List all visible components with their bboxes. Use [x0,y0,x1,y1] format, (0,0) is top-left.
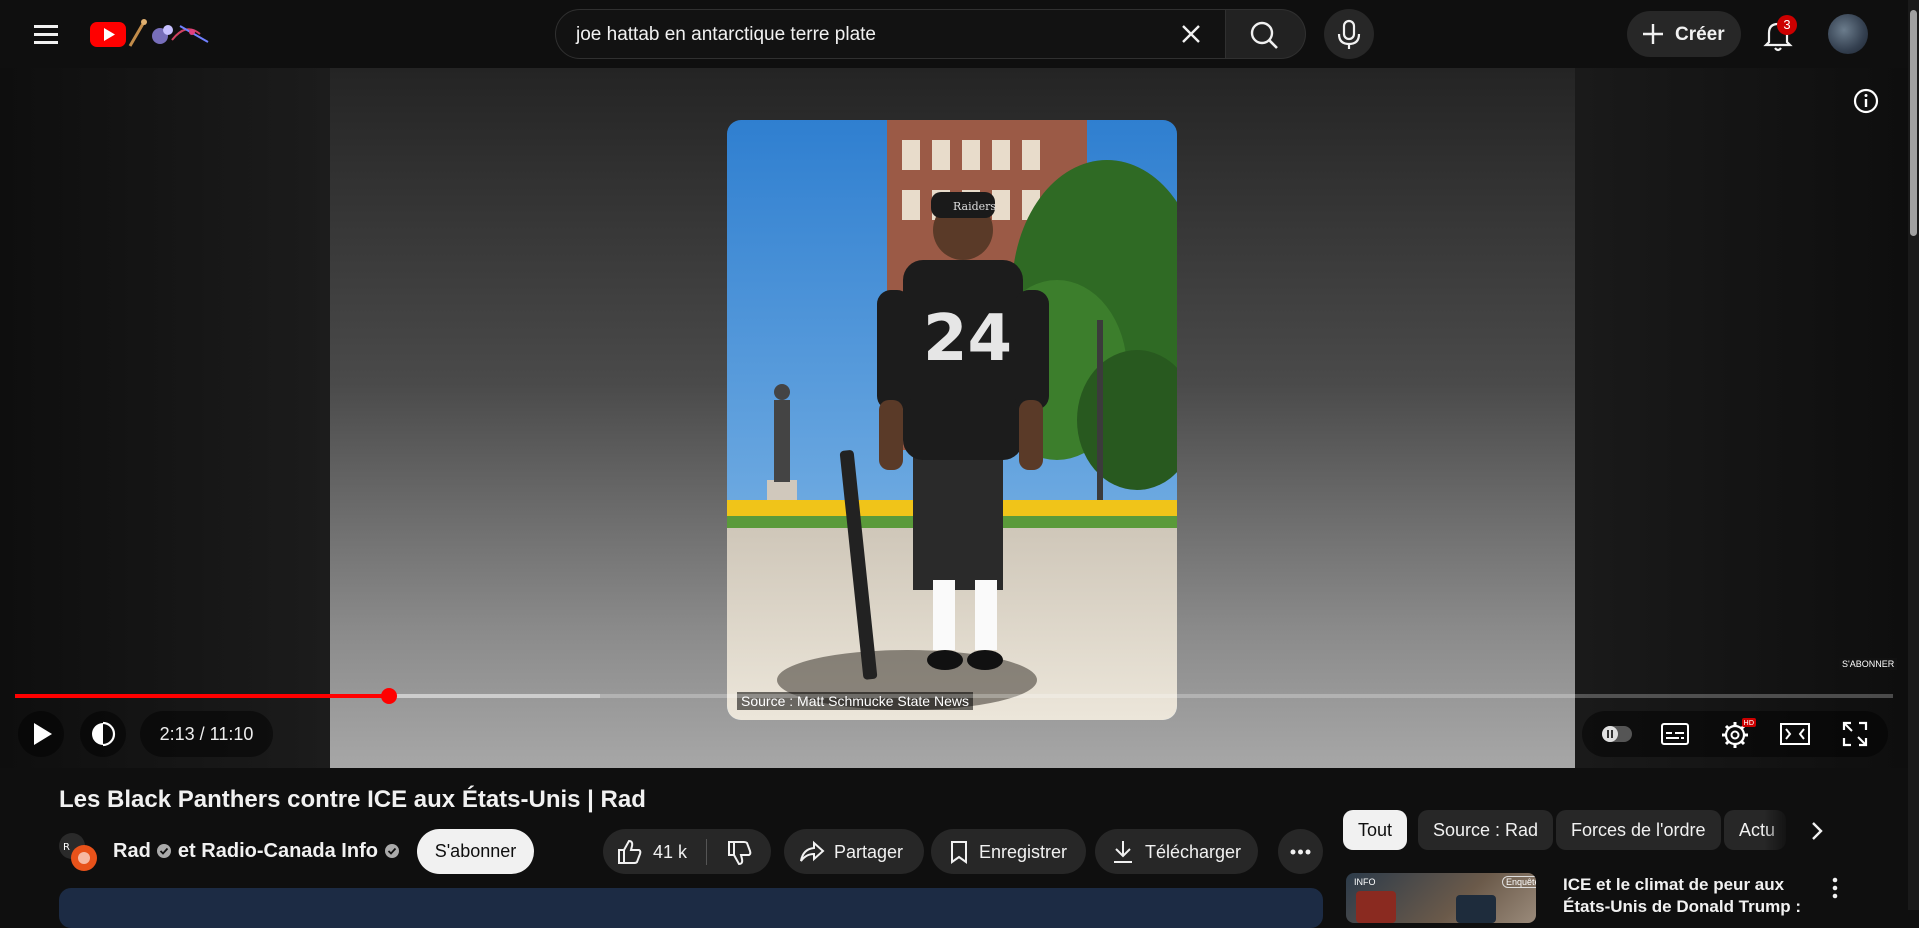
subtitles-button[interactable] [1652,711,1698,757]
time-display: 2:13 / 11:10 [140,711,273,757]
like-button[interactable]: 41 k [603,829,707,874]
voice-search-button[interactable] [1324,9,1374,59]
plus-icon [1643,24,1663,44]
create-button[interactable]: Créer [1627,11,1741,57]
search-button[interactable] [1226,9,1306,59]
autoplay-toggle[interactable] [1594,711,1640,757]
channel-joiner: et [177,840,196,862]
progress-scrubber-handle[interactable] [381,688,397,704]
play-icon [34,723,52,745]
autoplay-toggle-icon [1602,726,1632,742]
hd-badge: HD [1744,719,1755,727]
share-label: Partager [834,842,904,862]
recommendation-more-icon[interactable] [1823,874,1847,902]
account-avatar[interactable] [1828,14,1868,54]
like-count: 41 k [653,842,688,862]
gear-icon: HD [1722,718,1756,748]
verified-icon [156,843,172,859]
jersey-number: 24 [923,302,1012,376]
video-player[interactable]: Raiders 24 Source : Matt Schmucke State … [0,68,1908,768]
play-button[interactable] [18,711,64,757]
channel-names[interactable]: Rad et Radio-Canada Info [113,840,400,863]
youtube-logo[interactable] [88,16,214,50]
search-input[interactable]: joe hattab en antarctique terre plate [576,24,876,46]
time-text: 2:13 / 11:10 [159,724,254,744]
thumbnail-figure [1456,895,1496,923]
verified-icon [384,843,400,859]
menu-icon[interactable] [26,20,66,48]
subtitles-icon [1661,723,1689,745]
chip-forces-ordre[interactable]: Forces de l'ordre [1556,810,1721,850]
video-photo: Raiders 24 [727,120,1177,720]
scrollbar-thumb[interactable] [1910,10,1917,236]
microphone-icon [1337,19,1361,49]
save-label: Enregistrer [979,842,1068,862]
search-box: joe hattab en antarctique terre plate [555,9,1226,59]
svg-text:R: R [63,842,70,853]
player-right-controls: HD [1582,711,1888,757]
channel-avatar[interactable]: R [59,833,99,873]
more-actions-button[interactable] [1278,829,1323,874]
download-button[interactable]: Télécharger [1095,829,1258,874]
like-divider [706,839,707,865]
volume-button[interactable] [80,711,126,757]
thumbs-up-icon [618,839,642,864]
recommendation-thumbnail[interactable]: INFO Enquête [1346,873,1536,923]
more-horizontal-icon [1290,849,1311,855]
info-icon[interactable] [1851,86,1881,116]
fullscreen-icon [1842,721,1868,747]
chevron-right-icon [1812,822,1823,840]
like-dislike-group: 41 k [603,829,771,874]
download-label: Télécharger [1145,842,1242,862]
settings-button[interactable]: HD [1712,711,1758,757]
ambient-glow-left [0,68,330,768]
masthead: joe hattab en antarctique terre plate Cr… [0,0,1919,68]
fullscreen-button[interactable] [1832,711,1878,757]
channel-name-rad[interactable]: Rad [113,840,151,862]
create-label: Créer [1675,24,1725,45]
chip-tout[interactable]: Tout [1343,810,1408,850]
clear-search-icon[interactable] [1178,21,1204,47]
subscribe-button[interactable]: S'abonner [417,829,534,874]
share-button[interactable]: Partager [784,829,924,874]
thumbnail-figure [1356,891,1396,923]
dislike-button[interactable] [713,829,771,874]
thumbs-down-icon [728,841,752,866]
recommendation-title[interactable]: ICE et le climat de peur aux États-Unis … [1563,874,1823,918]
channel-name-radio-canada[interactable]: Radio-Canada Info [201,840,378,862]
thumbnail-info-label: INFO [1354,877,1376,887]
share-icon [800,840,825,862]
subscribe-watermark[interactable]: S'ABONNER [1839,658,1898,670]
volume-icon [92,721,116,747]
download-icon [1114,841,1132,863]
theater-mode-button[interactable] [1772,711,1818,757]
save-button[interactable]: Enregistrer [931,829,1086,874]
thumbnail-enquete-badge: Enquête [1502,876,1536,888]
bookmark-icon [951,841,967,864]
video-title: Les Black Panthers contre ICE aux États-… [59,786,646,813]
description-box[interactable] [59,888,1323,928]
chip-source-rad[interactable]: Source : Rad [1418,810,1554,850]
theater-icon [1780,723,1810,745]
progress-played [15,694,389,698]
cap-logo-text: Raiders [953,200,996,213]
chips-next-button[interactable] [1800,814,1834,848]
search-icon [1250,21,1278,49]
notification-count-badge: 3 [1777,15,1797,35]
